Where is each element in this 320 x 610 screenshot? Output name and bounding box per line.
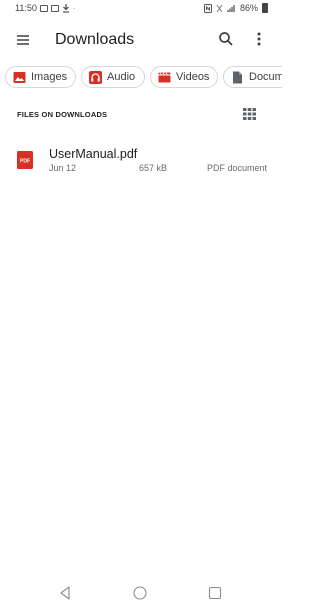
more-notifications-icon: · [72, 3, 76, 13]
page-title: Downloads [55, 31, 135, 48]
chip-documents-label: Documents [249, 71, 282, 83]
image-icon [13, 72, 26, 83]
status-right: 86% [203, 3, 268, 13]
chip-audio-label: Audio [107, 71, 136, 83]
hamburger-menu-icon[interactable] [14, 31, 32, 49]
file-size: 657 kB [139, 163, 168, 173]
file-date: Jun 12 [49, 163, 77, 173]
message-icon [39, 4, 48, 12]
file-name: UserManual.pdf [49, 147, 138, 161]
status-time: 11:50 [15, 3, 37, 13]
status-bar: 11:50 · 86% [0, 0, 282, 18]
chip-images[interactable]: Images [5, 66, 76, 88]
search-icon[interactable] [217, 30, 235, 48]
pdf-file-icon: PDF [17, 151, 33, 169]
nfc-icon [203, 3, 212, 13]
vibrate-icon [216, 4, 223, 12]
back-icon[interactable] [58, 586, 72, 600]
chip-documents[interactable]: Documents [223, 66, 282, 88]
section-header: FILES ON DOWNLOADS [17, 110, 108, 119]
chip-audio[interactable]: Audio [81, 66, 145, 88]
pdf-icon-label: PDF [20, 159, 30, 165]
download-status-icon [62, 3, 69, 13]
chip-images-label: Images [31, 71, 68, 83]
file-type: PDF document [207, 163, 268, 173]
filter-chips: Images Audio Videos Documents [0, 66, 282, 90]
navigation-bar [0, 580, 282, 608]
headphones-icon [89, 71, 102, 84]
status-left: 11:50 · [15, 3, 76, 13]
battery-percent: 86% [239, 3, 258, 13]
app-bar: Downloads [0, 22, 282, 58]
file-list-item[interactable]: PDF UserManual.pdf Jun 12 657 kB PDF doc… [0, 144, 282, 178]
recent-apps-icon[interactable] [208, 586, 222, 600]
battery-icon [262, 3, 268, 13]
signal-icon [227, 4, 235, 12]
video-icon [158, 72, 171, 83]
document-icon [233, 71, 242, 84]
more-options-icon[interactable] [250, 30, 268, 48]
grid-view-icon[interactable] [243, 108, 256, 120]
gallery-icon [50, 4, 59, 12]
chip-videos-label: Videos [176, 71, 210, 83]
home-icon[interactable] [133, 586, 147, 600]
chip-videos[interactable]: Videos [150, 66, 218, 88]
